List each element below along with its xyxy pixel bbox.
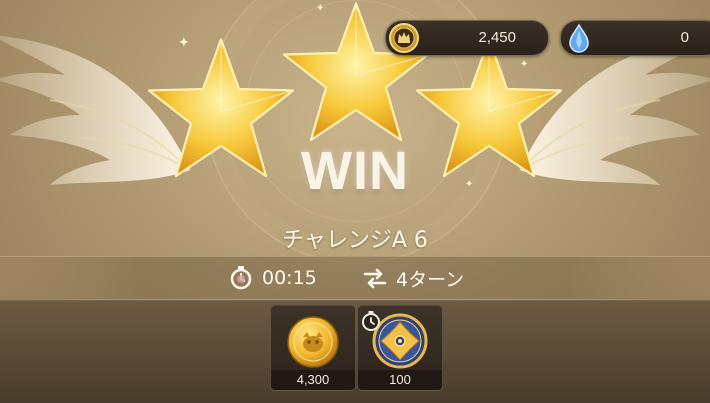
gold-currency-display[interactable]: 2,450 xyxy=(385,20,549,56)
stopwatch-icon xyxy=(230,266,252,290)
turn-count: 4ターン xyxy=(362,265,464,291)
gem-amount: 0 xyxy=(680,29,689,46)
result-title: WIN xyxy=(301,141,409,201)
reward-quantity: 4,300 xyxy=(271,370,355,390)
reward-item-gold-coin[interactable]: 4,300 xyxy=(270,305,356,391)
stats-band xyxy=(0,256,710,299)
swap-arrows-icon xyxy=(363,268,387,289)
reward-quantity: 100 xyxy=(358,370,442,390)
stage-name: チャレンジA 6 xyxy=(282,228,428,253)
crystal-gem-icon xyxy=(569,23,589,53)
gold-coin-icon xyxy=(287,316,339,368)
clear-time-value: 00:15 xyxy=(262,267,317,289)
clear-time: 00:15 xyxy=(228,265,317,291)
timer-icon xyxy=(362,311,380,331)
gold-amount: 2,450 xyxy=(478,29,516,46)
turn-count-value: 4ターン xyxy=(396,268,465,291)
gem-currency-display[interactable]: 0 xyxy=(560,20,710,56)
reward-item-medal[interactable]: 100 xyxy=(357,305,443,391)
crown-coin-icon xyxy=(389,23,419,53)
